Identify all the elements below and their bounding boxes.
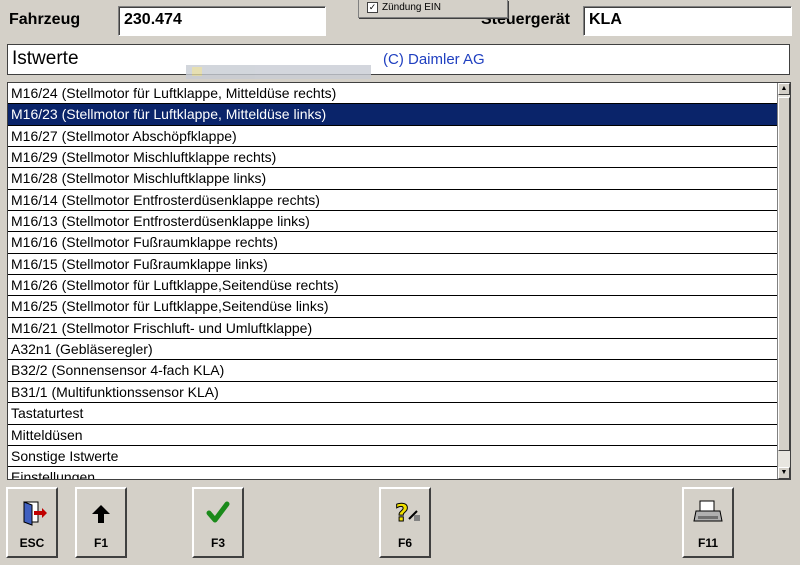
checkmark-icon bbox=[194, 499, 242, 527]
list-item[interactable]: M16/26 (Stellmotor für Luftklappe,Seiten… bbox=[8, 275, 779, 297]
actual-values-list[interactable]: M16/24 (Stellmotor für Luftklappe, Mitte… bbox=[7, 82, 791, 480]
ecu-field: KLA bbox=[583, 6, 792, 36]
list-item[interactable]: M16/21 (Stellmotor Frischluft- und Umluf… bbox=[8, 318, 779, 340]
checkbox-checked-icon: ✓ bbox=[367, 1, 378, 13]
list-item[interactable]: M16/23 (Stellmotor für Luftklappe, Mitte… bbox=[8, 104, 779, 126]
list-item[interactable]: Sonstige Istwerte bbox=[8, 446, 779, 468]
scroll-thumb[interactable] bbox=[778, 97, 790, 451]
list-item[interactable]: M16/29 (Stellmotor Mischluftklappe recht… bbox=[8, 147, 779, 169]
f11-button[interactable]: F11 bbox=[682, 487, 734, 558]
vertical-scrollbar[interactable]: ▲ ▼ bbox=[777, 83, 790, 479]
list-item[interactable]: M16/15 (Stellmotor Fußraumklappe links) bbox=[8, 254, 779, 276]
list-item[interactable]: Einstellungen bbox=[8, 467, 779, 479]
help-question-icon: ? bbox=[381, 499, 429, 528]
svg-text:?: ? bbox=[395, 499, 409, 527]
list-item[interactable]: M16/25 (Stellmotor für Luftklappe,Seiten… bbox=[8, 296, 779, 318]
list-item[interactable]: A32n1 (Gebläseregler) bbox=[8, 339, 779, 361]
background-window-remnant bbox=[186, 65, 371, 79]
folder-icon bbox=[192, 67, 202, 76]
f1-label: F1 bbox=[93, 536, 108, 550]
list-item[interactable]: M16/28 (Stellmotor Mischluftklappe links… bbox=[8, 168, 779, 190]
vehicle-label: Fahrzeug bbox=[9, 11, 81, 28]
list-item[interactable]: M16/14 (Stellmotor Entfrosterdüsenklappe… bbox=[8, 190, 779, 212]
f3-label: F3 bbox=[210, 536, 225, 550]
list-rows: M16/24 (Stellmotor für Luftklappe, Mitte… bbox=[8, 83, 779, 479]
ignition-status-text: Zündung EIN bbox=[382, 2, 441, 13]
exit-door-icon bbox=[8, 499, 56, 527]
list-item[interactable]: M16/27 (Stellmotor Abschöpfklappe) bbox=[8, 126, 779, 148]
f1-button[interactable]: F1 bbox=[75, 487, 127, 558]
f3-button[interactable]: F3 bbox=[192, 487, 244, 558]
arrow-up-icon bbox=[77, 499, 125, 527]
printer-icon bbox=[684, 499, 732, 527]
page-title: Istwerte bbox=[12, 48, 79, 69]
list-item[interactable]: M16/24 (Stellmotor für Luftklappe, Mitte… bbox=[8, 83, 779, 105]
list-item[interactable]: Tastaturtest bbox=[8, 403, 779, 425]
list-item[interactable]: Mitteldüsen bbox=[8, 425, 779, 446]
list-item[interactable]: M16/16 (Stellmotor Fußraumklappe rechts) bbox=[8, 232, 779, 254]
f11-label: F11 bbox=[697, 536, 718, 550]
list-item[interactable]: B32/2 (Sonnensensor 4-fach KLA) bbox=[8, 360, 779, 382]
vehicle-field: 230.474 bbox=[118, 6, 326, 36]
esc-button[interactable]: ESC bbox=[6, 487, 58, 558]
esc-label: ESC bbox=[19, 536, 45, 550]
scroll-up-button[interactable]: ▲ bbox=[778, 83, 790, 95]
list-item[interactable]: M16/13 (Stellmotor Entfrosterdüsenklappe… bbox=[8, 211, 779, 233]
scroll-down-button[interactable]: ▼ bbox=[778, 467, 790, 479]
f6-label: F6 bbox=[397, 536, 412, 550]
f6-button[interactable]: ? F6 bbox=[379, 487, 431, 558]
title-panel: Istwerte (C) Daimler AG bbox=[7, 44, 790, 75]
copyright-text: (C) Daimler AG bbox=[383, 51, 485, 68]
ignition-status-popup: ✓ Zündung EIN bbox=[358, 0, 508, 18]
list-item[interactable]: B31/1 (Multifunktionssensor KLA) bbox=[8, 382, 779, 404]
